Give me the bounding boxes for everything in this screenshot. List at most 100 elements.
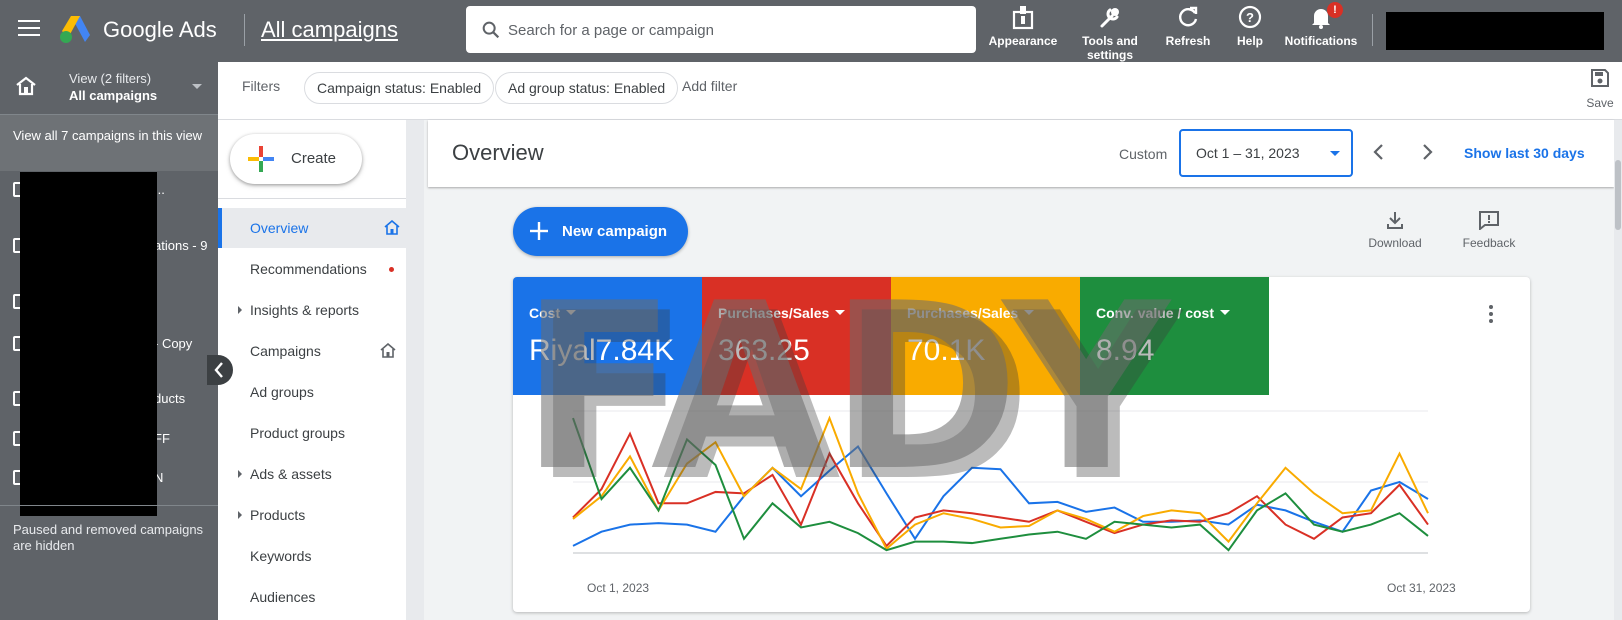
plus-icon (530, 222, 548, 240)
new-campaign-button[interactable]: New campaign (513, 207, 688, 256)
nav-item-label: Recommendations (250, 261, 367, 277)
show-last-30-days-link[interactable]: Show last 30 days (1464, 145, 1585, 161)
chevron-down-icon (1330, 151, 1340, 156)
save-button[interactable]: Save (1580, 68, 1620, 110)
feedback-icon (1479, 211, 1499, 230)
tools-settings-button[interactable]: Tools and settings (1078, 2, 1142, 62)
create-label: Create (291, 150, 337, 167)
chevron-down-icon (835, 310, 846, 315)
metric-selector[interactable]: Purchases/Sales (718, 305, 846, 321)
save-label: Save (1586, 96, 1614, 110)
nav-item-keywords[interactable]: Keywords (218, 536, 406, 576)
date-range-type: Custom (1119, 146, 1168, 162)
metric-conv-value-cost[interactable]: Conv. value / cost 8.94 (1080, 277, 1269, 395)
help-icon: ? (1238, 5, 1262, 29)
page-navigation: Create Overview Recommendations Insights… (218, 120, 406, 620)
nav-item-products[interactable]: Products (218, 495, 406, 535)
campaign-names-redacted (20, 172, 157, 516)
nav-item-insights-reports[interactable]: Insights & reports (218, 290, 406, 330)
metric-value: 8.94 (1096, 334, 1155, 367)
add-filter-button[interactable]: Add filter (682, 78, 737, 94)
chevron-down-icon (1024, 310, 1035, 315)
new-campaign-label: New campaign (562, 223, 668, 240)
expand-arrow-icon[interactable] (238, 511, 242, 519)
hidden-campaigns-note: Paused and removed campaigns are hidden (13, 522, 204, 553)
account-info-redacted[interactable] (1386, 12, 1604, 50)
main-scrollbar[interactable] (1614, 120, 1622, 620)
expand-arrow-icon[interactable] (238, 306, 242, 314)
search-box[interactable] (466, 6, 976, 53)
google-ads-logo (60, 16, 90, 43)
metric-label: Purchases/Sales (907, 305, 1019, 321)
download-icon (1387, 212, 1403, 229)
filter-chip-ad-group-status[interactable]: Ad group status: Enabled (495, 72, 679, 104)
feedback-button[interactable]: Feedback (1458, 210, 1520, 250)
nav-item-audiences[interactable]: Audiences (218, 577, 406, 617)
notifications-label: Notifications (1284, 34, 1358, 48)
page-title-link[interactable]: All campaigns (261, 17, 398, 43)
help-button[interactable]: ? Help (1230, 2, 1270, 48)
collapse-sidebar-button[interactable] (207, 355, 233, 385)
metric-selector[interactable]: Purchases/Sales (907, 305, 1035, 321)
nav-scrollbar[interactable] (406, 120, 424, 620)
metric-label: Purchases/Sales (718, 305, 830, 321)
view-filter-label[interactable]: View (2 filters) (69, 71, 151, 86)
search-icon (482, 21, 500, 39)
nav-item-product-groups[interactable]: Product groups (218, 413, 406, 453)
download-button[interactable]: Download (1362, 210, 1428, 250)
nav-item-label: Overview (250, 220, 309, 236)
appearance-label: Appearance (988, 34, 1058, 48)
campaign-name: - Copy (154, 336, 193, 351)
filters-bar: Filters Campaign status: Enabled Ad grou… (218, 62, 1622, 120)
create-button[interactable]: Create (230, 134, 362, 184)
scrollbar-thumb[interactable] (1615, 160, 1621, 230)
campaign-name: ations - 9 (154, 238, 208, 253)
filters-label: Filters (242, 78, 281, 94)
metric-purchases-sales-value[interactable]: Purchases/Sales 70.1K (891, 277, 1080, 395)
metric-value: 70.1K (907, 334, 986, 367)
chevron-down-icon (1220, 310, 1230, 315)
divider (0, 505, 218, 506)
refresh-button[interactable]: Refresh (1162, 2, 1214, 48)
topbar-divider (1372, 14, 1373, 46)
home-icon (380, 343, 396, 358)
notifications-button[interactable]: Notifications ! (1283, 2, 1359, 48)
date-range-picker[interactable]: Oct 1 – 31, 2023 (1179, 129, 1353, 177)
nav-item-campaigns[interactable]: Campaigns (218, 331, 406, 371)
overview-header: Overview Custom Oct 1 – 31, 2023 Show la… (428, 120, 1614, 187)
view-filter-value[interactable]: All campaigns (69, 88, 157, 103)
x-axis-start-label: Oct 1, 2023 (587, 581, 650, 595)
nav-item-label: Keywords (250, 548, 312, 564)
filter-chip-campaign-status[interactable]: Campaign status: Enabled (304, 72, 495, 104)
search-input[interactable] (508, 18, 958, 42)
menu-icon[interactable] (18, 20, 40, 38)
date-range-value: Oct 1 – 31, 2023 (1196, 145, 1300, 161)
chevron-right-icon[interactable] (1415, 140, 1439, 164)
metric-cost[interactable]: Cost Riyal7.84K (513, 277, 702, 395)
view-all-campaigns-link[interactable]: View all 7 campaigns in this view (0, 115, 218, 171)
more-options-icon[interactable] (1489, 305, 1495, 325)
expand-arrow-icon[interactable] (238, 470, 242, 478)
nav-item-ad-groups[interactable]: Ad groups (218, 372, 406, 412)
metric-selector[interactable]: Conv. value / cost (1096, 305, 1230, 321)
chevron-left-icon[interactable] (1367, 140, 1391, 164)
campaign-sidebar: View (2 filters) All campaigns View all … (0, 62, 218, 620)
home-icon[interactable] (15, 76, 37, 96)
divider (218, 198, 406, 199)
home-icon (384, 220, 400, 235)
nav-item-label: Ad groups (250, 384, 314, 400)
plus-icon (248, 146, 274, 172)
metric-selector[interactable]: Cost (529, 305, 577, 321)
download-label: Download (1368, 236, 1422, 250)
nav-item-ads-assets[interactable]: Ads & assets (218, 454, 406, 494)
nav-item-recommendations[interactable]: Recommendations (218, 249, 406, 289)
metric-value: Riyal7.84K (529, 334, 675, 367)
help-label: Help (1236, 34, 1263, 48)
refresh-label: Refresh (1165, 34, 1211, 48)
chevron-down-icon[interactable] (192, 84, 202, 89)
nav-item-overview[interactable]: Overview (218, 208, 406, 248)
series-line-4 (572, 417, 1429, 552)
metric-purchases-sales[interactable]: Purchases/Sales 363.25 (702, 277, 891, 395)
appearance-button[interactable]: Appearance (988, 2, 1058, 48)
nav-item-label: Product groups (250, 425, 345, 441)
